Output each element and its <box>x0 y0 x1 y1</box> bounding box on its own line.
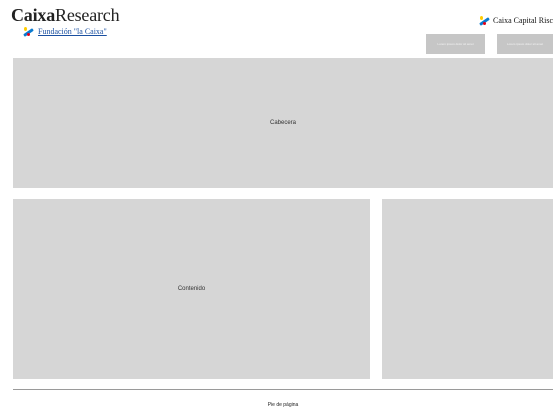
content-block-label: Contenido <box>177 286 206 292</box>
brand-rest: Research <box>55 5 120 25</box>
caixaresearch-logo[interactable]: CaixaResearch <box>11 5 120 25</box>
header-block: Cabecera <box>13 58 553 188</box>
caixa-star-icon <box>478 15 490 26</box>
content-block: Contenido <box>13 199 370 379</box>
capital-label: Caixa Capital Risc <box>493 16 553 25</box>
brand-bold: Caixa <box>11 5 56 25</box>
caixa-capital-risc-logo[interactable]: Caixa Capital Risc <box>478 15 553 26</box>
caixa-star-icon <box>22 26 34 37</box>
header-block-label: Cabecera <box>269 120 296 126</box>
footer-divider <box>13 389 553 390</box>
foundation-label: Fundación "la Caixa" <box>38 27 107 36</box>
header-button-1[interactable]: Lorem ipsum dolor sit amet <box>426 34 485 54</box>
footer-label: Pie de página <box>267 402 299 408</box>
sidebar-block <box>382 199 553 379</box>
fundacion-la-caixa-link[interactable]: Fundación "la Caixa" <box>22 26 107 37</box>
header-button-2[interactable]: Lorem ipsum dolor sit amet <box>497 34 553 54</box>
